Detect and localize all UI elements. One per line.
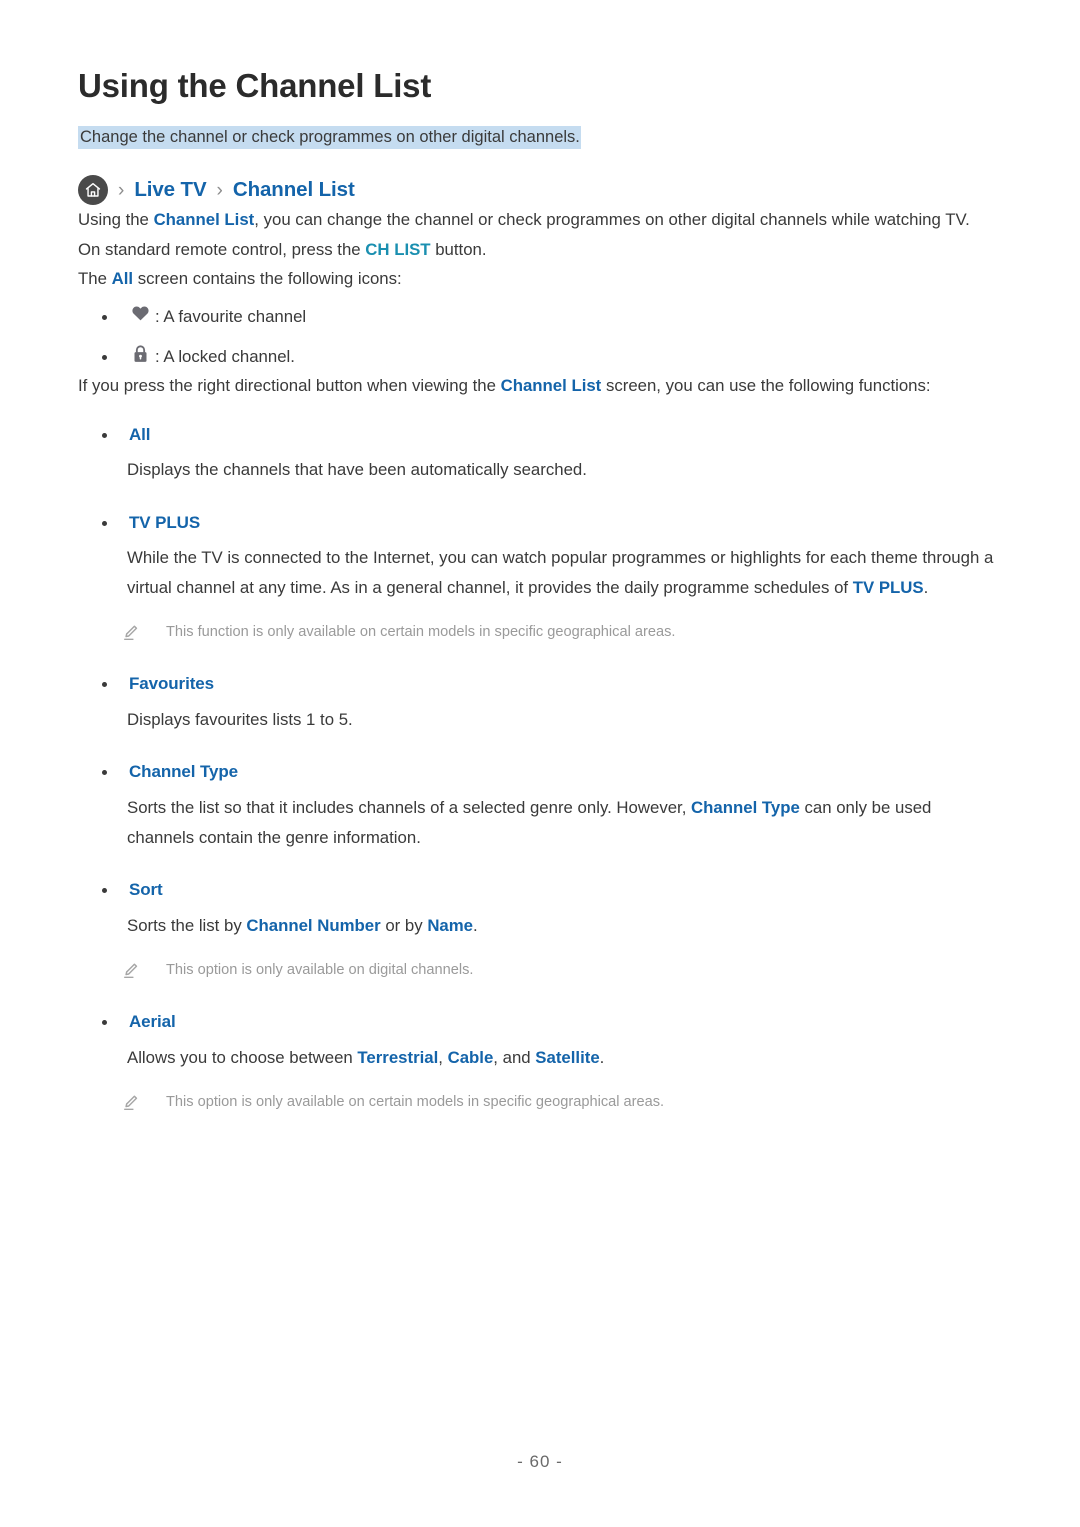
feature-item-favourites: Favourites Displays favourites lists 1 t… (78, 672, 1002, 734)
page-title: Using the Channel List (78, 67, 432, 104)
feature-desc-link-cable[interactable]: Cable (448, 1048, 494, 1067)
icons-intro-text-1: The (78, 268, 112, 288)
note-text: This option is only available on certain… (166, 1094, 665, 1111)
feature-desc-link-tv-plus[interactable]: TV PLUS (853, 578, 924, 597)
feature-label-channel-type[interactable]: Channel Type (129, 760, 238, 784)
note-row: This function is only available on certa… (122, 622, 1002, 646)
icon-legend-list: : A favourite channel : A locked channel… (78, 304, 1002, 371)
feature-description: While the TV is connected to the Interne… (127, 543, 995, 602)
feature-desc-link-terrestrial[interactable]: Terrestrial (357, 1048, 438, 1067)
feature-desc-text-1: Sorts the list so that it includes chann… (127, 798, 692, 818)
note-text: This function is only available on certa… (166, 624, 676, 641)
feature-description: Allows you to choose between Terrestrial… (127, 1043, 995, 1072)
feature-item-aerial: Aerial Allows you to choose between Terr… (78, 1010, 1002, 1116)
feature-header: Favourites (78, 672, 1002, 696)
feature-label-sort[interactable]: Sort (129, 878, 163, 902)
bullet-dot (102, 682, 107, 688)
feature-item-all: All Displays the channels that have been… (78, 423, 1002, 485)
feature-header: Aerial (78, 1010, 1002, 1034)
feature-desc-link-channel-number[interactable]: Channel Number (246, 916, 380, 935)
bullet-dot (102, 432, 107, 438)
page-subtitle: Change the channel or check programmes o… (78, 125, 581, 149)
icons-intro-link-all[interactable]: All (112, 269, 133, 288)
feature-desc-text-3: . (473, 915, 478, 935)
feature-desc-link-name[interactable]: Name (427, 916, 473, 935)
feature-description: Sorts the list by Channel Number or by N… (127, 911, 995, 940)
feature-list: All Displays the channels that have been… (78, 423, 1002, 1117)
icons-intro-text-2: screen contains the following icons: (133, 268, 402, 288)
breadcrumb-separator-2: › (216, 179, 223, 201)
feature-label-all[interactable]: All (129, 423, 151, 447)
functions-intro-paragraph: If you press the right directional butto… (78, 371, 1002, 400)
breadcrumb-separator-1: › (118, 179, 125, 201)
intro-link-ch-list[interactable]: CH LIST (365, 240, 430, 259)
feature-header: TV PLUS (78, 511, 1002, 535)
note-text: This option is only available on digital… (166, 962, 474, 979)
bullet-dot (102, 520, 107, 526)
functions-intro-text-1: If you press the right directional butto… (78, 376, 501, 396)
feature-description: Displays favourites lists 1 to 5. (127, 710, 353, 730)
bullet-dot (102, 888, 107, 894)
feature-desc-text-2: , (438, 1048, 448, 1068)
pencil-icon (122, 1094, 140, 1116)
feature-item-channel-type: Channel Type Sorts the list so that it i… (78, 760, 1002, 852)
feature-item-tv-plus: TV PLUS While the TV is connected to the… (78, 511, 1002, 647)
list-item-label: : A locked channel. (155, 347, 295, 367)
home-icon[interactable] (78, 175, 108, 206)
feature-header: Sort (78, 878, 1002, 902)
heart-icon (129, 304, 151, 321)
feature-desc-text-2: or by (380, 915, 428, 935)
pencil-icon (122, 962, 140, 984)
page-number: - 60 - (517, 1452, 563, 1471)
breadcrumb-item-live-tv[interactable]: Live TV (134, 178, 206, 202)
feature-desc-text-4: . (599, 1048, 605, 1068)
functions-intro-link-channel-list[interactable]: Channel List (501, 376, 602, 395)
list-item-label: : A favourite channel (155, 307, 307, 327)
breadcrumb-item-channel-list[interactable]: Channel List (233, 178, 355, 202)
bullet-dot (102, 315, 107, 321)
bullet-dot (102, 1020, 107, 1026)
intro-paragraph: Using the Channel List, you can change t… (78, 205, 996, 264)
list-item: : A locked channel. (78, 344, 1002, 371)
feature-description: Sorts the list so that it includes chann… (127, 793, 995, 852)
icons-intro-paragraph: The All screen contains the following ic… (78, 264, 1002, 293)
breadcrumb: › Live TV › Channel List (78, 175, 1002, 206)
feature-description: Displays the channels that have been aut… (127, 460, 587, 480)
feature-label-aerial[interactable]: Aerial (129, 1010, 176, 1034)
note-row: This option is only available on digital… (122, 960, 1002, 984)
feature-header: Channel Type (78, 760, 1002, 784)
list-item: : A favourite channel (78, 304, 1002, 331)
document-page: Using the Channel List Change the channe… (0, 0, 1080, 1527)
intro-text-1: Using the (78, 210, 154, 230)
feature-desc-text-3: , and (493, 1048, 536, 1068)
feature-label-favourites[interactable]: Favourites (129, 672, 214, 696)
page-subtitle-container: Change the channel or check programmes o… (78, 125, 1002, 149)
lock-icon (129, 344, 151, 364)
note-row: This option is only available on certain… (122, 1092, 1002, 1116)
feature-desc-text-2: . (923, 577, 929, 597)
bullet-dot (102, 770, 107, 776)
intro-link-channel-list[interactable]: Channel List (154, 210, 255, 229)
feature-desc-link-channel-type[interactable]: Channel Type (691, 798, 800, 817)
feature-desc-text-1: Sorts the list by (127, 915, 247, 935)
intro-text-3: button. (430, 239, 487, 259)
feature-desc-text-1: Allows you to choose between (127, 1048, 358, 1068)
feature-desc-link-satellite[interactable]: Satellite (535, 1048, 599, 1067)
bullet-dot (102, 355, 107, 361)
feature-item-sort: Sort Sorts the list by Channel Number or… (78, 878, 1002, 984)
feature-label-tv-plus[interactable]: TV PLUS (129, 511, 200, 535)
pencil-icon (122, 624, 140, 646)
feature-header: All (78, 423, 1002, 447)
functions-intro-text-2: screen, you can use the following functi… (601, 376, 931, 396)
